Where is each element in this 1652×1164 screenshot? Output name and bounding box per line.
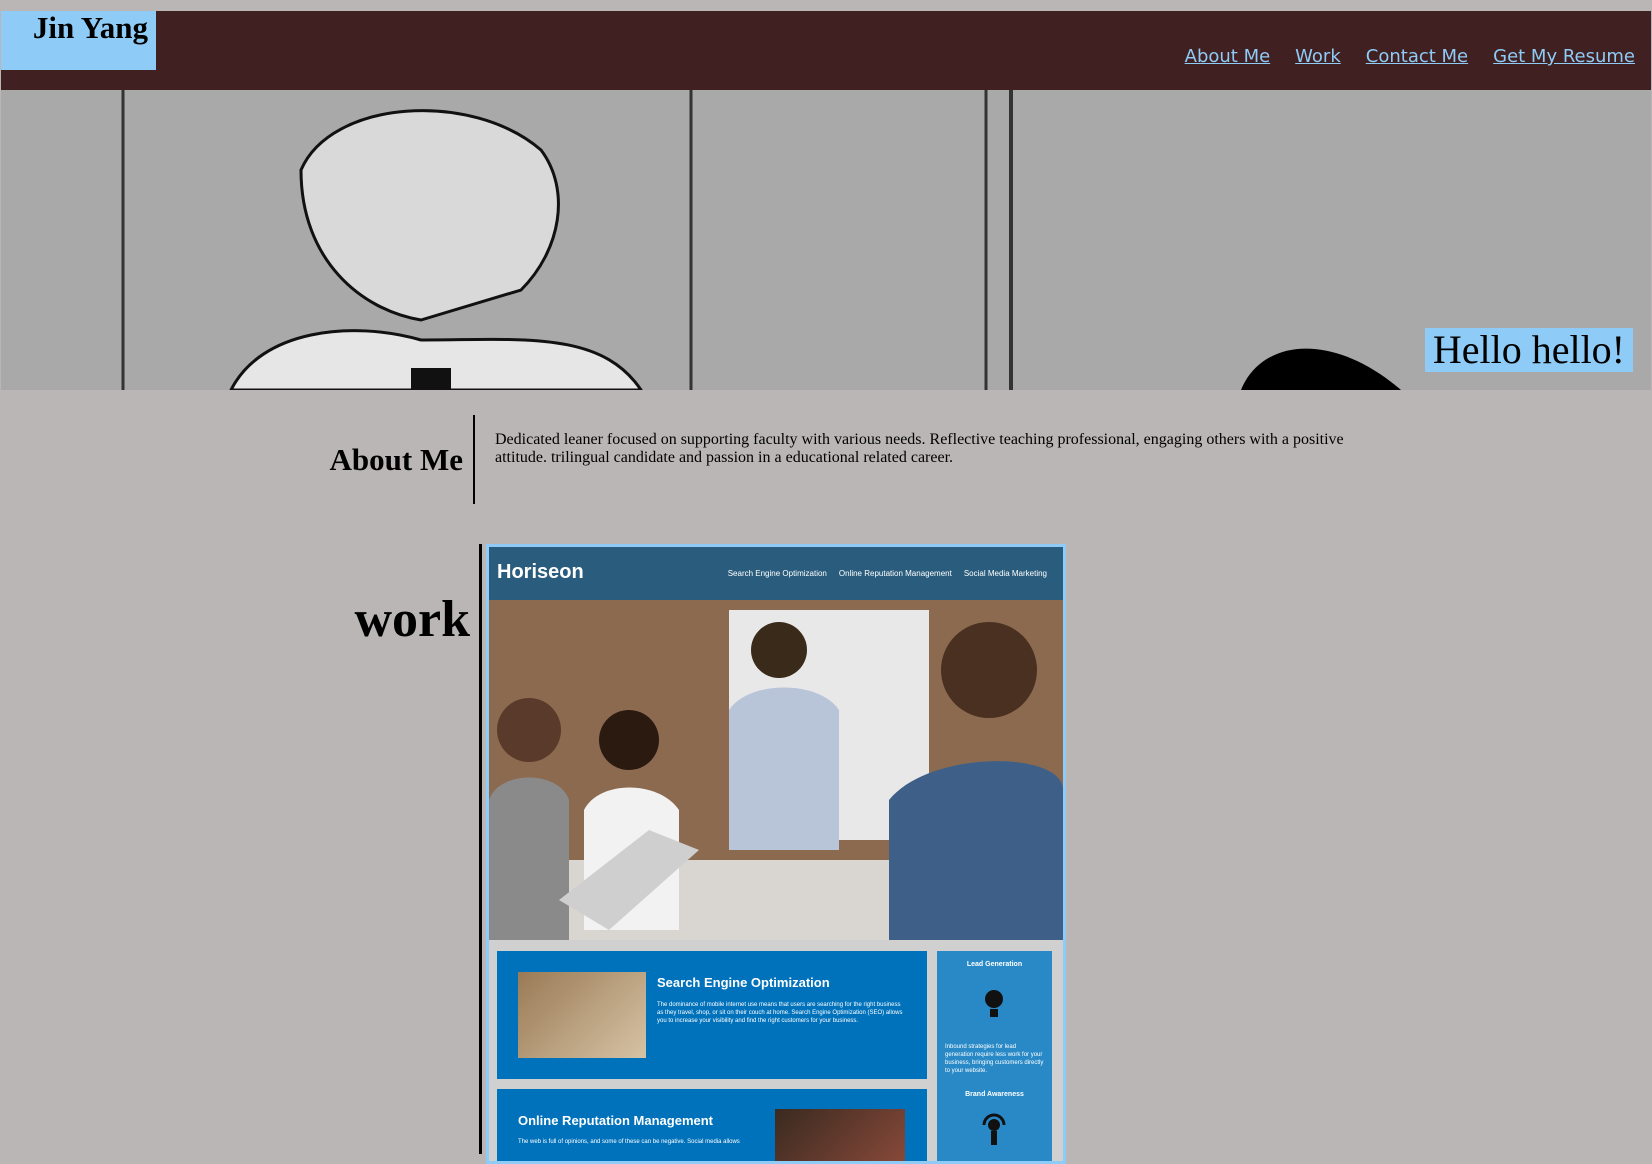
- lightbulb-icon: [985, 990, 1003, 1017]
- project-card-seo: Search Engine Optimization The dominance…: [497, 951, 927, 1079]
- hero-greeting: Hello hello!: [1424, 328, 1633, 372]
- about-divider: [473, 415, 475, 504]
- project-nav-orm: Online Reputation Management: [838, 569, 952, 578]
- broadcast-icon: [982, 1113, 1006, 1145]
- orm-card-title: Online Reputation Management: [518, 1113, 714, 1128]
- project-card-orm: Online Reputation Management The web is …: [497, 1089, 927, 1161]
- orm-card-image: [775, 1109, 905, 1161]
- main-nav: About Me Work Contact Me Get My Resume: [1185, 46, 1635, 67]
- hero-illustration: [1, 90, 1651, 390]
- project-screenshot[interactable]: Horiseon Search Engine Optimization Onli…: [486, 544, 1066, 1164]
- project-nav: Search Engine Optimization Online Reputa…: [728, 569, 1047, 578]
- site-name: Jin Yang: [1, 11, 156, 70]
- work-divider: [479, 544, 482, 1154]
- project-logo: Horiseon: [497, 561, 584, 583]
- nav-work[interactable]: Work: [1295, 46, 1341, 67]
- nav-contact-me[interactable]: Contact Me: [1366, 46, 1468, 67]
- team-photo-illustration: [489, 600, 1063, 940]
- nav-about-me[interactable]: About Me: [1185, 46, 1271, 67]
- project-hero-photo: [489, 600, 1063, 940]
- seo-card-title: Search Engine Optimization: [657, 975, 830, 990]
- hero-banner: Hello hello!: [1, 90, 1651, 390]
- project-header: Horiseon Search Engine Optimization Onli…: [489, 547, 1063, 600]
- project-nav-smm: Social Media Marketing: [963, 569, 1047, 578]
- sidebar-title-lead: Lead Generation: [966, 961, 1023, 968]
- seo-card-text: The dominance of mobile internet use mea…: [657, 1002, 903, 1024]
- seo-card-image: [518, 972, 646, 1058]
- sidebar-title-brand: Brand Awareness: [965, 1091, 1024, 1098]
- work-heading: work: [354, 591, 470, 648]
- top-strip: [0, 0, 1652, 11]
- project-nav-seo: Search Engine Optimization: [727, 569, 827, 578]
- about-text: Dedicated leaner focused on supporting f…: [495, 431, 1344, 466]
- site-header: Jin Yang About Me Work Contact Me Get My…: [1, 11, 1651, 90]
- about-heading: About Me: [329, 442, 463, 477]
- project-sidebar: Lead Generation Inbound strategies for l…: [937, 951, 1052, 1161]
- orm-card-text: The web is full of opinions, and some of…: [518, 1139, 740, 1145]
- sidebar-text-lead: Inbound strategies for lead generation r…: [945, 1044, 1044, 1074]
- nav-get-resume[interactable]: Get My Resume: [1493, 46, 1635, 67]
